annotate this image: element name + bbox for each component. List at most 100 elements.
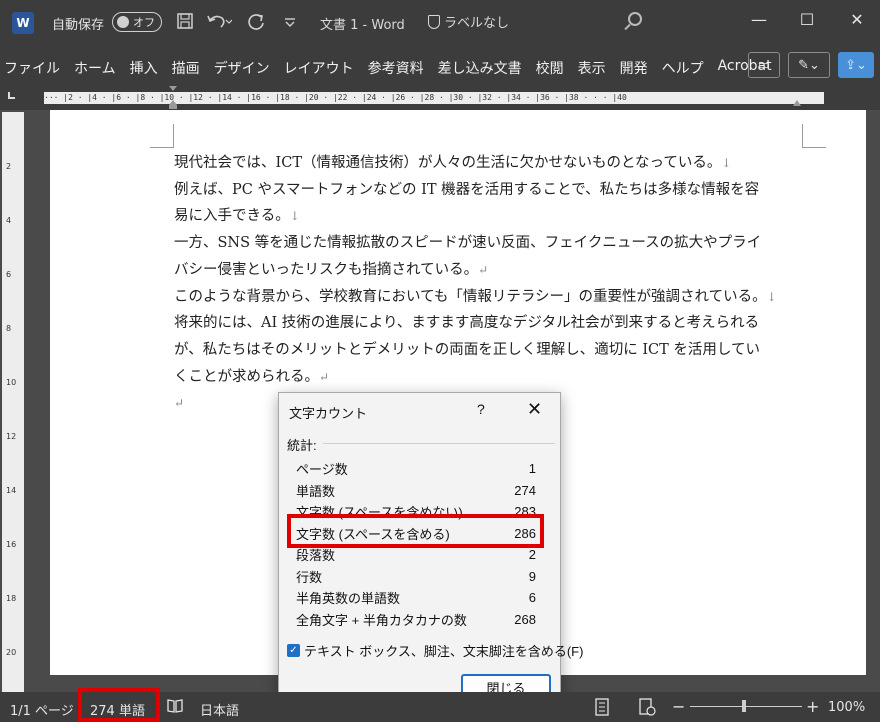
word-count-dialog: 文字カウント ? ✕ 統計: ページ数 1 単語数 274 文字数 (スペースを含め…: [278, 392, 583, 710]
ribbon-tabs: ファイル ホーム 挿入 描画 デザイン レイアウト 参考資料 差し込み文書 校閲…: [4, 58, 786, 78]
sensitivity-label[interactable]: ラベルなし: [428, 12, 509, 31]
line-break-mark: ↓: [766, 289, 777, 304]
comment-icon: ▭: [757, 57, 771, 73]
stat-row-fullwidth-chars: 全角文字 + 半角カタカナの数 268: [296, 609, 536, 631]
checkbox-checked-icon[interactable]: ✓: [287, 644, 300, 657]
stat-value: 2: [528, 547, 536, 563]
doc-line: 易に入手できる。↓: [174, 203, 814, 230]
tab-references[interactable]: 参考資料: [368, 58, 424, 78]
share-icon: ⇪⌄: [845, 57, 867, 73]
doc-line: バシー侵害といったリスクも指摘されている。↵: [174, 257, 814, 284]
line-break-mark: ↓: [721, 156, 732, 170]
tab-view[interactable]: 表示: [578, 58, 606, 78]
shield-icon: [428, 14, 440, 29]
document-body[interactable]: 現代社会では、ICT（情報通信技術）が人々の生活に欠かせないものとなっている。↓…: [174, 150, 814, 417]
proofing-icon[interactable]: [166, 698, 184, 718]
tab-developer[interactable]: 開発: [620, 58, 648, 78]
tab-selector-icon[interactable]: [8, 92, 15, 99]
vruler-tick: 2: [6, 162, 12, 171]
statistics-group: 統計:: [287, 435, 555, 454]
share-button[interactable]: ⇪⌄: [838, 52, 874, 78]
tab-draw[interactable]: 描画: [172, 58, 200, 78]
dialog-close-button[interactable]: ✕: [527, 399, 542, 420]
stat-label: 行数: [296, 569, 323, 585]
search-icon[interactable]: [628, 12, 642, 26]
tab-design[interactable]: デザイン: [214, 58, 270, 78]
word-logo-icon: W: [12, 12, 34, 34]
sensitivity-label-text: ラベルなし: [444, 16, 510, 31]
include-textboxes-checkbox[interactable]: ✓ テキスト ボックス、脚注、文末脚注を含める(F): [287, 641, 583, 660]
doc-line-text: バシー侵害といったリスクも指摘されている。: [174, 261, 479, 278]
stat-label: ページ数: [296, 462, 348, 478]
paragraph-mark: ↵: [174, 396, 185, 411]
ruler-scale: ··· |2 · |4 · |6 · |8 · |10 · |12 · |14 …: [44, 92, 824, 104]
vruler-tick: 16: [6, 540, 17, 549]
tab-review[interactable]: 校閲: [536, 58, 564, 78]
doc-line: 将来的には、AI 技術の進展により、ますます高度なデジタル社会が到来すると考えら…: [174, 310, 814, 337]
right-indent-marker-icon[interactable]: [792, 86, 802, 110]
editing-mode-button[interactable]: ✎⌄: [788, 52, 830, 78]
zoom-level[interactable]: 100%: [828, 700, 865, 715]
autosave-state: オフ: [133, 16, 155, 29]
stat-row-words: 単語数 274: [296, 480, 536, 502]
stat-value: 1: [528, 461, 536, 477]
close-window-button[interactable]: ✕: [842, 10, 872, 29]
doc-line: が、私たちはそのメリットとデメリットの両面を正しく理解し、適切に ICT を活用…: [174, 337, 814, 364]
dialog-title: 文字カウント: [289, 406, 368, 421]
crop-mark-top-right: [802, 124, 826, 148]
zoom-slider-thumb[interactable]: [742, 700, 746, 712]
customize-quick-access-icon[interactable]: [284, 14, 296, 33]
highlight-status-word-count: [78, 688, 160, 722]
doc-line-text: 一方、SNS 等を通じた情報拡散のスピードが速い反面、フェイクニュースの拡大やプ…: [174, 235, 762, 252]
minimize-button[interactable]: —: [744, 10, 774, 29]
stat-row-pages: ページ数 1: [296, 458, 536, 480]
help-button[interactable]: ?: [477, 401, 485, 417]
crop-mark-top-left: [150, 124, 174, 148]
tab-mailings[interactable]: 差し込み文書: [438, 58, 522, 78]
vruler-tick: 14: [6, 486, 17, 495]
doc-line-text: くことが求められる。: [174, 368, 319, 385]
doc-line-text: 現代社会では、ICT（情報通信技術）が人々の生活に欠かせないものとなっている。: [174, 155, 722, 171]
page-count[interactable]: 1/1 ページ: [10, 700, 74, 719]
section-divider: [323, 443, 555, 444]
redo-icon[interactable]: [246, 12, 266, 36]
tab-layout[interactable]: レイアウト: [284, 58, 354, 78]
zoom-slider-track[interactable]: [690, 706, 802, 707]
doc-line-text: このような背景から、学校教育においても「情報リテラシー」の重要性が強調されている…: [174, 288, 767, 305]
document-title: 文書 1 - Word: [320, 18, 405, 33]
title-bar: W 自動保存 オフ 文書 1 - Word ラベルなし — ☐ ✕: [0, 0, 880, 46]
tab-home[interactable]: ホーム: [74, 58, 116, 78]
undo-icon[interactable]: [206, 12, 233, 34]
tab-file[interactable]: ファイル: [4, 58, 60, 78]
tab-insert[interactable]: 挿入: [130, 58, 158, 78]
print-layout-icon[interactable]: [594, 698, 610, 720]
comments-button[interactable]: ▭: [748, 52, 780, 78]
doc-line-text: が、私たちはそのメリットとデメリットの両面を正しく理解し、適切に ICT を活用…: [174, 341, 760, 358]
language-status[interactable]: 日本語: [200, 700, 239, 719]
zoom-out-button[interactable]: −: [672, 697, 685, 716]
zoom-in-button[interactable]: +: [806, 697, 819, 716]
vruler-tick: 8: [6, 324, 12, 333]
vruler-tick: 10: [6, 378, 17, 387]
stat-label: 半角英数の単語数: [296, 591, 401, 607]
toggle-knob: [117, 16, 129, 28]
left-indent-marker-icon[interactable]: [168, 86, 178, 110]
web-layout-icon[interactable]: [638, 698, 656, 720]
horizontal-ruler[interactable]: ··· |2 · |4 · |6 · |8 · |10 · |12 · |14 …: [0, 86, 880, 110]
maximize-button[interactable]: ☐: [792, 10, 822, 29]
save-icon[interactable]: [176, 12, 194, 34]
stat-value: 274: [514, 482, 536, 498]
doc-line: くことが求められる。↵: [174, 364, 814, 391]
tab-help[interactable]: ヘルプ: [662, 58, 704, 78]
statistics-label: 統計:: [287, 438, 317, 453]
autosave-toggle[interactable]: オフ: [112, 12, 162, 32]
stat-label: 段落数: [296, 548, 336, 564]
doc-line: このような背景から、学校教育においても「情報リテラシー」の重要性が強調されている…: [174, 284, 814, 311]
doc-line: 現代社会では、ICT（情報通信技術）が人々の生活に欠かせないものとなっている。↓: [174, 150, 814, 177]
ribbon: ファイル ホーム 挿入 描画 デザイン レイアウト 参考資料 差し込み文書 校閲…: [0, 46, 880, 86]
vertical-ruler[interactable]: 2 4 6 8 10 12 14 16 18 20: [2, 112, 24, 692]
stat-value: 9: [528, 568, 536, 584]
vruler-tick: 4: [6, 216, 12, 225]
checkbox-label: テキスト ボックス、脚注、文末脚注を含める(F): [304, 644, 584, 659]
vruler-tick: 12: [6, 432, 17, 441]
